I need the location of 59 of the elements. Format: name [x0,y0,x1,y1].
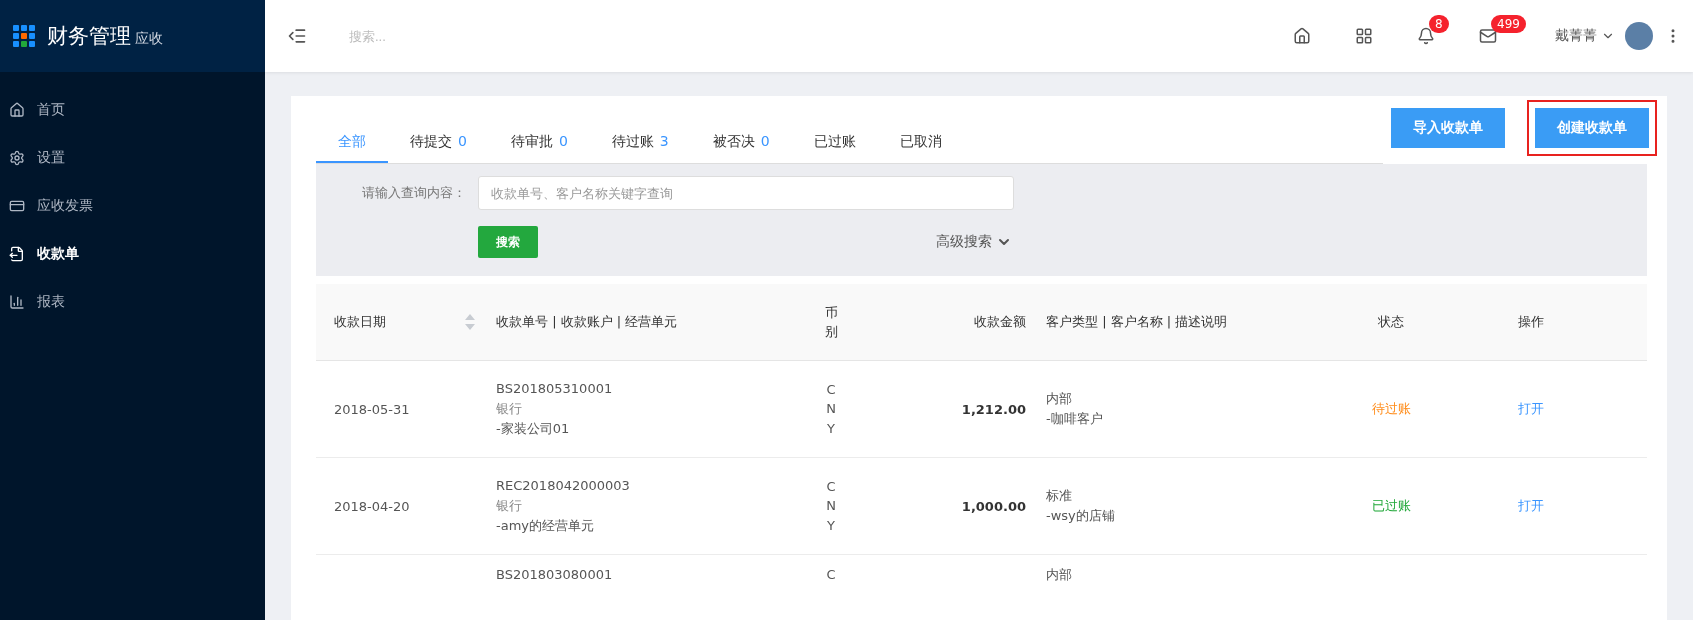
receipt-number: REC2018042000003 [496,476,631,495]
status-text: 待过账 [1370,400,1412,418]
tab[interactable]: 待提交 0 [388,133,489,163]
bell-icon[interactable] [1417,27,1435,45]
brand-subtitle: 应收 [135,30,163,48]
receipt-number: BS201803080001 [496,566,614,584]
sidebar-item[interactable]: 设置 [0,134,265,182]
account-text: 银行 [496,496,523,515]
unit-text: -amy的经营单元 [496,517,595,536]
bar-chart-icon [9,294,25,310]
sidebar-item[interactable]: 收款单 [0,230,265,278]
notification-badge: 8 [1429,15,1449,33]
tab[interactable]: 待审批 0 [488,133,590,163]
sidebar-item[interactable]: 应收发票 [0,182,265,230]
column-header: 收款单号 | 收款账户 | 经营单元 [495,313,679,331]
date-cell-text: 2018-05-31 [333,401,411,417]
currency-cell-text: CNY [825,477,837,535]
query-field[interactable]: 收款单号、客户名称关键字查询 [478,176,1014,210]
document-arrow-icon [9,246,25,262]
logo-icon [13,25,35,47]
column-header[interactable]: 收款日期 [334,313,386,331]
column-header: 收款金额 [973,313,1027,331]
customer-name: -wsy的店铺 [1046,507,1116,525]
tab[interactable]: 待过账 3 [589,133,691,163]
customer-name: -咖啡客户 [1046,410,1104,428]
tab[interactable]: 已取消 [877,133,964,163]
brand-title: 财务管理 [47,23,131,50]
receipt-number: BS201805310001 [496,379,614,398]
customer-type: 内部 [1046,566,1073,584]
settings-icon [9,150,25,166]
message-badge: 499 [1491,15,1526,33]
customer-type: 标准 [1046,486,1073,505]
account-text: 银行 [496,399,523,418]
currency-cell-text: C [825,566,837,584]
column-header: 客户类型 | 客户名称 | 描述说明 [1045,313,1229,331]
status-text: 已过账 [1370,497,1412,515]
unit-text: -家装公司01 [496,420,571,439]
mail-icon[interactable] [1479,27,1497,45]
grid-icon[interactable] [1355,27,1373,45]
user-name[interactable]: 戴菁菁 [1555,27,1597,45]
currency-cell-text: CNY [825,380,837,438]
home-icon [9,102,25,118]
sidebar-item[interactable]: 首页 [0,86,265,134]
date-cell-text: 2018-04-20 [333,498,411,514]
customer-type: 内部 [1046,389,1073,408]
column-header: 操作 [1517,313,1545,331]
advanced-search-link[interactable]: 高级搜索 [936,233,1012,251]
query-label: 请输入查询内容： [361,184,466,202]
avatar[interactable] [1625,22,1653,50]
amount-cell-text: 1,000.00 [960,498,1027,514]
amount-cell-text: 1,212.00 [960,401,1027,417]
column-header: 币别 [824,303,838,341]
column-header: 状态 [1377,313,1405,331]
menu-toggle-icon[interactable] [287,26,307,46]
tab[interactable]: 已过账 [791,133,878,163]
home-icon[interactable] [1293,27,1311,45]
sidebar-item[interactable]: 报表 [0,278,265,326]
card-icon [9,198,25,214]
tab[interactable]: 被否决 0 [690,133,792,163]
